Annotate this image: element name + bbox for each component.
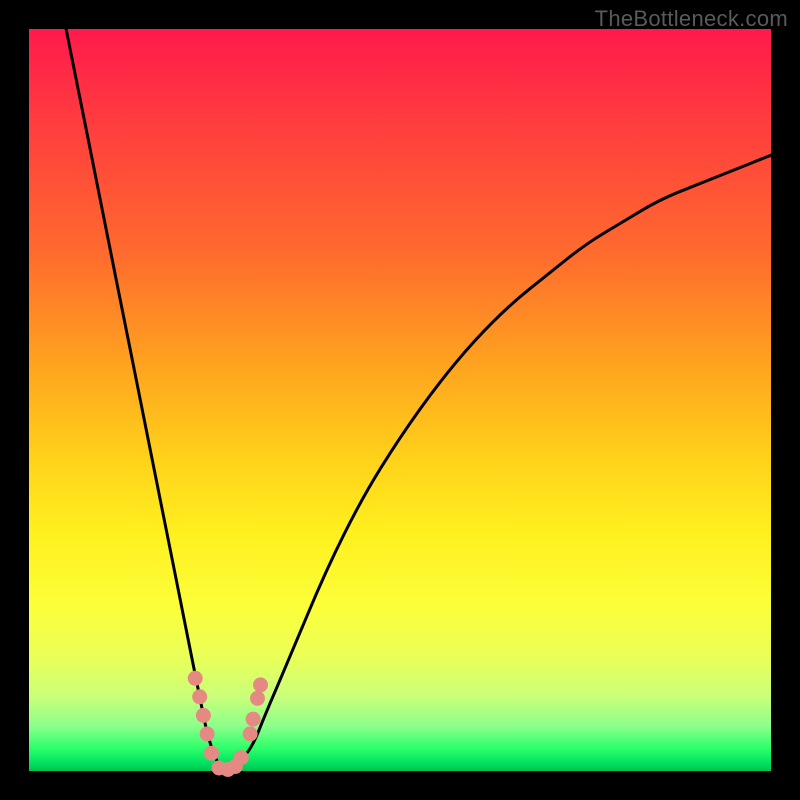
curve-marker: [188, 671, 202, 685]
bottleneck-curve: [66, 29, 771, 771]
curve-marker: [200, 727, 214, 741]
curve-marker: [205, 746, 219, 760]
curve-marker: [243, 727, 257, 741]
curve-marker: [196, 708, 210, 722]
chart-stage: TheBottleneck.com: [0, 0, 800, 800]
curve-marker: [254, 678, 268, 692]
curve-markers: [188, 671, 267, 776]
curve-layer: [29, 29, 771, 771]
curve-marker: [251, 691, 265, 705]
curve-marker: [246, 712, 260, 726]
curve-marker: [193, 690, 207, 704]
plot-area: [29, 29, 771, 771]
curve-marker: [234, 751, 248, 765]
